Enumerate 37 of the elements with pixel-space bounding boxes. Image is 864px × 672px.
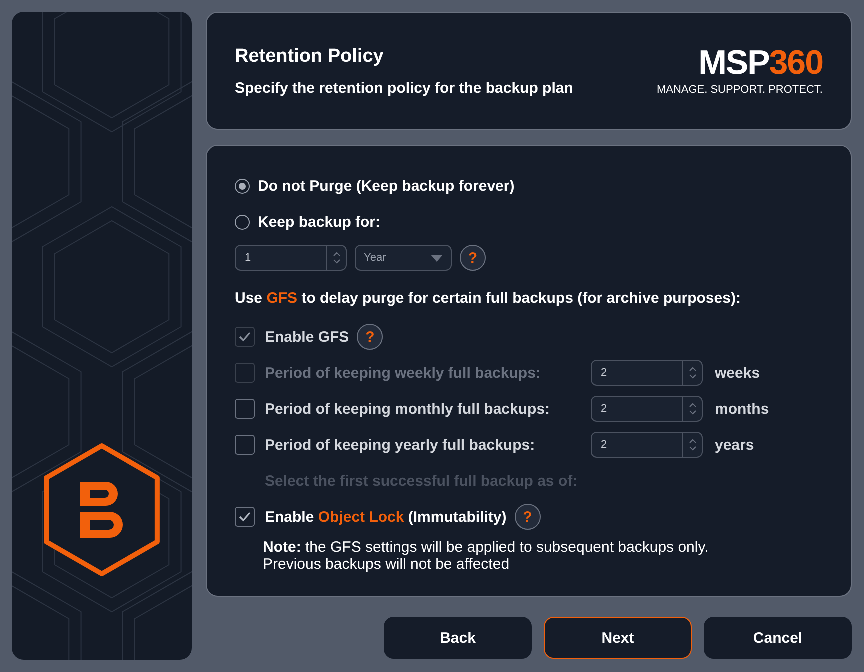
checkbox[interactable] (235, 399, 255, 419)
primary-button[interactable]: Next (544, 617, 692, 659)
radio-button[interactable] (235, 178, 250, 194)
help-icon[interactable]: ? (460, 245, 486, 271)
checkbox-label: Enable GFS (265, 328, 350, 346)
page-subtitle: Specify the retention policy for the backup plan (235, 80, 574, 96)
checkbox-label: Enable Object Lock (Immutability) (265, 508, 507, 526)
radio-label: Do not Purge (Keep backup forever) (258, 178, 515, 194)
spin-arrows-icon[interactable] (688, 366, 696, 380)
brand-logo: MSP360 (698, 46, 823, 80)
radio-label: Keep backup for: (258, 214, 381, 230)
help-icon[interactable]: ? (514, 504, 541, 530)
unit-label: years (715, 436, 754, 454)
unit-label: months (715, 400, 770, 418)
page-title: Retention Policy (235, 46, 385, 68)
unit-label: weeks (715, 364, 760, 382)
check-icon (239, 512, 251, 522)
checkbox-label: Period of keeping weekly full backups: (265, 364, 542, 382)
checkbox[interactable] (235, 435, 255, 455)
number-field[interactable]: 1 (235, 245, 347, 271)
unit-dropdown[interactable]: Year (355, 245, 452, 271)
secondary-button[interactable]: Back (384, 617, 532, 659)
number-field[interactable]: 2 (591, 432, 703, 458)
check-icon (239, 332, 251, 342)
checkbox-label: Period of keeping yearly full backups: (265, 436, 536, 454)
spin-arrows-icon[interactable] (688, 438, 696, 452)
number-field[interactable]: 2 (591, 396, 703, 422)
radio-button[interactable] (235, 214, 250, 230)
secondary-button[interactable]: Cancel (704, 617, 852, 659)
checkbox[interactable] (235, 507, 255, 527)
brand-tagline: MANAGE. SUPPORT. PROTECT. (656, 84, 823, 96)
spin-arrows-icon[interactable] (332, 251, 340, 265)
caret-icon (431, 254, 443, 262)
gfs-heading: Use GFS to delay purge for certain full backups (for archive purposes): (235, 290, 742, 307)
checkbox-label: Period of keeping monthly full backups: (265, 400, 552, 418)
note-text: Note: the GFS settings will be applied to subsequent backups only. Previous backups will not be affected (263, 539, 710, 574)
spin-arrows-icon[interactable] (688, 402, 696, 416)
